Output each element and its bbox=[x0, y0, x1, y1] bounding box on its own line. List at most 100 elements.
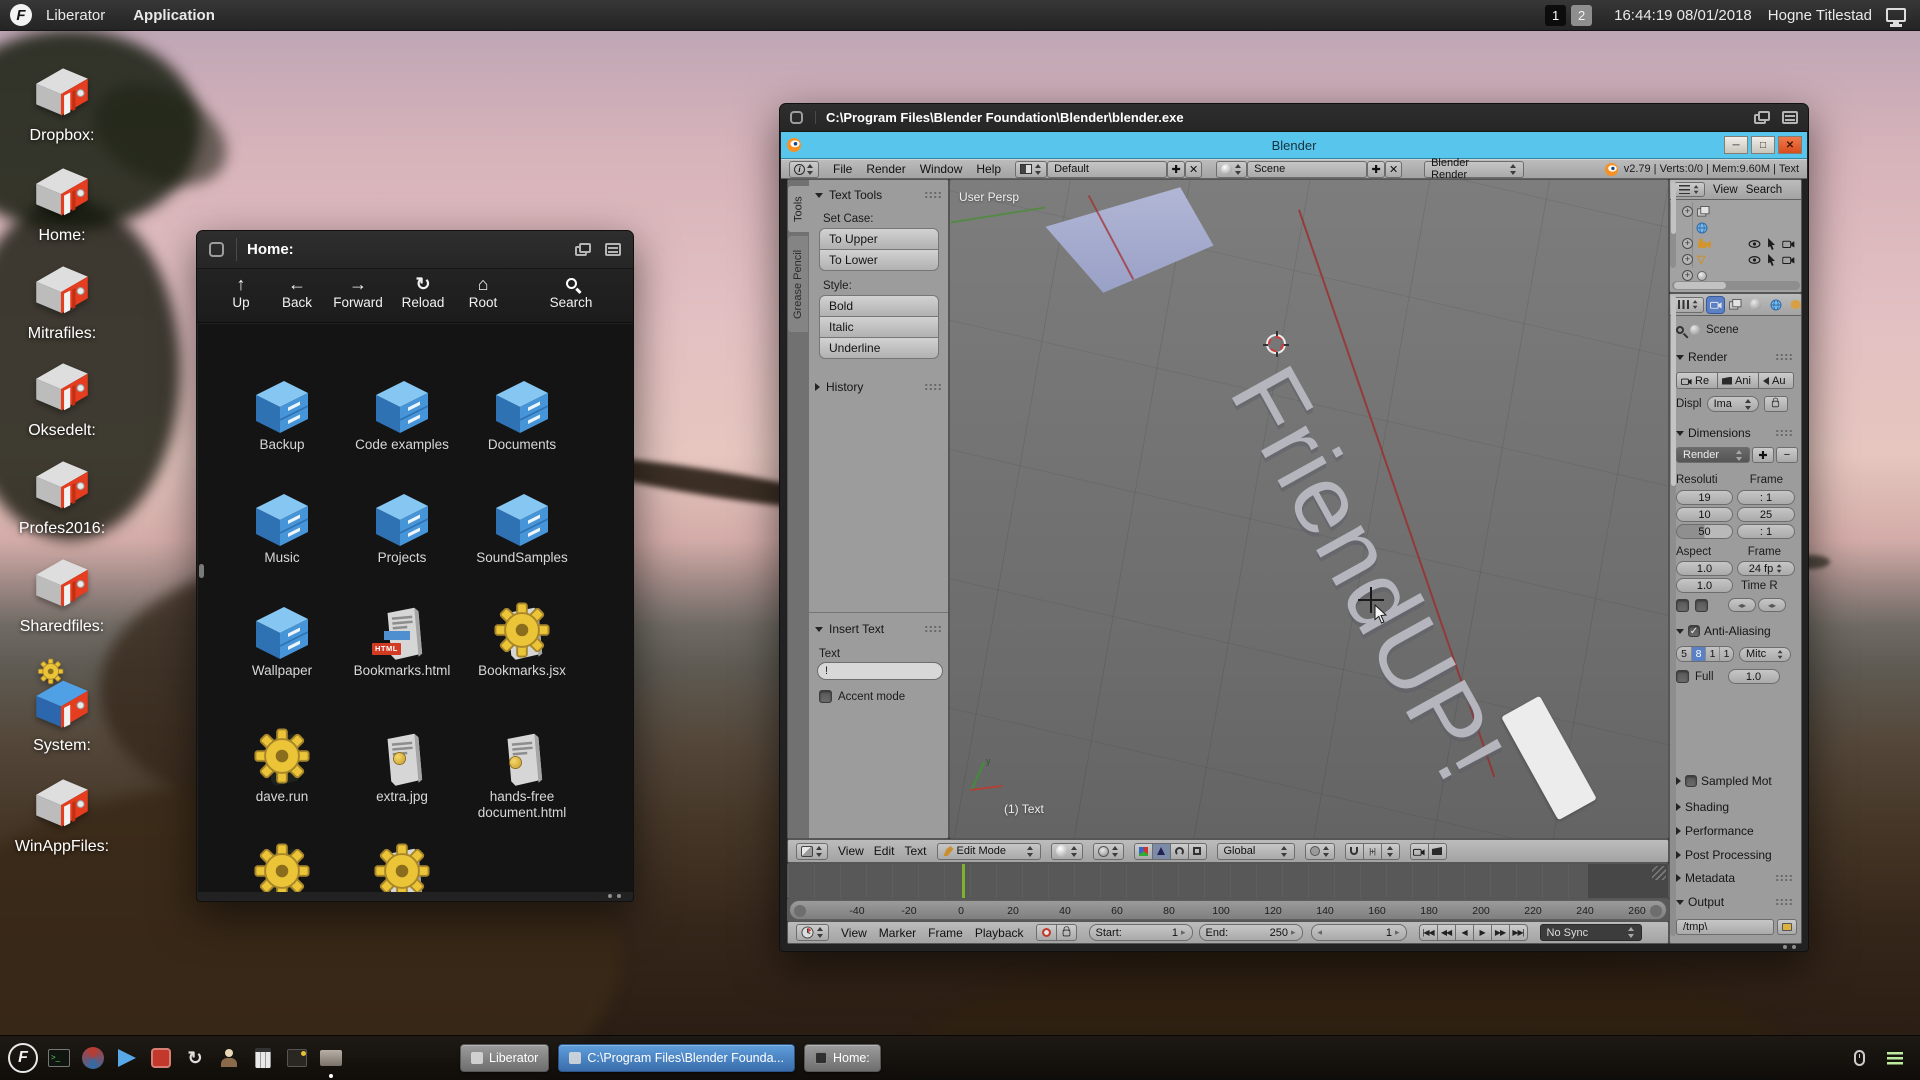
panel-header-output[interactable]: Output bbox=[1676, 895, 1793, 909]
tab-tools[interactable]: Tools bbox=[788, 186, 809, 232]
next-keyframe-button[interactable]: ▶▶ bbox=[1491, 924, 1510, 941]
render-preset-selector[interactable]: Render bbox=[1676, 447, 1750, 463]
renderability-camera-icon[interactable] bbox=[1782, 255, 1795, 264]
menu-window[interactable]: Window bbox=[920, 162, 963, 176]
render-engine-selector[interactable]: Blender Render bbox=[1424, 161, 1524, 178]
desktop-icon-winappfiles[interactable]: WinAppFiles: bbox=[10, 773, 114, 856]
menu-view[interactable]: View bbox=[838, 844, 864, 858]
panel-header-render[interactable]: Render bbox=[1676, 350, 1793, 364]
expand-icon[interactable]: + bbox=[1682, 238, 1693, 249]
expand-icon[interactable]: + bbox=[1682, 206, 1693, 217]
window-titlebar[interactable]: Home: bbox=[197, 231, 633, 269]
workspace-2-button[interactable]: 2 bbox=[1571, 5, 1592, 26]
output-path-field[interactable]: /tmp\ bbox=[1676, 919, 1774, 935]
task-button-blender[interactable]: C:\Program Files\Blender Founda... bbox=[558, 1044, 795, 1072]
manipulator-axes-icon[interactable] bbox=[1134, 843, 1153, 860]
editor-type-3dview-button[interactable] bbox=[796, 843, 828, 860]
panel-header-history[interactable]: History bbox=[815, 380, 942, 394]
pivot-selector[interactable] bbox=[1093, 843, 1124, 860]
file-item[interactable]: Projects bbox=[346, 492, 458, 566]
editor-type-properties-button[interactable] bbox=[1673, 297, 1704, 313]
selectability-cursor-icon[interactable] bbox=[1767, 238, 1776, 250]
antialiasing-checkbox[interactable]: ✓ bbox=[1688, 625, 1700, 637]
file-list-area[interactable]: Backup Code examples Documents Music Pro… bbox=[198, 324, 633, 892]
current-frame-field[interactable]: ◂ 1▸ bbox=[1311, 924, 1407, 941]
aa-filter-size-field[interactable]: 1.0 bbox=[1728, 669, 1780, 684]
render-button[interactable]: Re bbox=[1676, 372, 1718, 389]
crop-checkbox[interactable] bbox=[1695, 599, 1708, 612]
snap-magnet-icon[interactable] bbox=[1345, 843, 1364, 860]
desktop-icon-home[interactable]: Home: bbox=[10, 162, 114, 245]
visibility-eye-icon[interactable] bbox=[1748, 240, 1761, 248]
pin-icon[interactable] bbox=[1674, 324, 1685, 335]
play-button[interactable]: ▶ bbox=[1473, 924, 1492, 941]
root-button[interactable]: ⌂Root bbox=[455, 276, 511, 310]
menu-view[interactable]: View bbox=[841, 926, 867, 940]
outliner-row-renderlayers[interactable]: + bbox=[1682, 204, 1795, 219]
frame-start-field[interactable]: : 1 bbox=[1737, 490, 1795, 505]
menu-marker[interactable]: Marker bbox=[879, 926, 916, 940]
window-resize-grip[interactable] bbox=[608, 894, 621, 898]
desktop-icon-mitrafiles[interactable]: Mitrafiles: bbox=[10, 260, 114, 343]
tab-render[interactable] bbox=[1707, 297, 1724, 313]
panel-grip-icon[interactable] bbox=[924, 191, 942, 199]
layout-icon-button[interactable] bbox=[1015, 161, 1047, 178]
outliner-hscrollbar[interactable] bbox=[1672, 281, 1800, 290]
sync-mode-selector[interactable]: No Sync bbox=[1540, 924, 1642, 941]
panel-header-dimensions[interactable]: Dimensions bbox=[1676, 426, 1793, 440]
menu-playback[interactable]: Playback bbox=[975, 926, 1024, 940]
audio-button[interactable]: Au bbox=[1758, 372, 1794, 389]
sync-app-icon[interactable]: ↻ bbox=[182, 1045, 208, 1071]
panel-header-antialiasing[interactable]: ✓Anti-Aliasing bbox=[1676, 624, 1793, 638]
wine-titlebar[interactable]: Blender ─ □ ✕ bbox=[781, 132, 1807, 159]
layout-selector[interactable]: Default bbox=[1047, 161, 1167, 178]
friend-logo-icon[interactable]: F bbox=[10, 4, 32, 26]
play-reverse-button[interactable]: ◀ bbox=[1455, 924, 1474, 941]
window-depth-icon[interactable] bbox=[209, 242, 224, 257]
desktop-icon-oksedelt[interactable]: Oksedelt: bbox=[10, 357, 114, 440]
window-resize-grip[interactable] bbox=[1783, 945, 1796, 949]
underline-button[interactable]: Underline bbox=[819, 337, 939, 359]
manipulator-rotate-icon[interactable] bbox=[1170, 843, 1189, 860]
search-button[interactable]: Search bbox=[543, 276, 599, 310]
menu-help[interactable]: Help bbox=[976, 162, 1001, 176]
menu-edit[interactable]: Edit bbox=[874, 844, 895, 858]
panel-header-insert-text[interactable]: Insert Text bbox=[815, 622, 942, 636]
outliner-row-camera[interactable]: + bbox=[1682, 236, 1795, 251]
jump-to-end-button[interactable]: ▶▶| bbox=[1509, 924, 1528, 941]
window-widget-icon[interactable] bbox=[605, 243, 621, 256]
insert-text-input[interactable] bbox=[817, 662, 943, 680]
file-item[interactable]: Wallpaper bbox=[226, 605, 338, 679]
renderability-camera-icon[interactable] bbox=[1782, 239, 1795, 248]
visibility-eye-icon[interactable] bbox=[1748, 256, 1761, 264]
add-layout-button[interactable]: ✚ bbox=[1167, 161, 1185, 178]
animation-button[interactable]: Ani bbox=[1717, 372, 1759, 389]
panel-header-text-tools[interactable]: Text Tools bbox=[815, 188, 942, 202]
tab-scene[interactable] bbox=[1747, 297, 1764, 313]
send-arrow-icon[interactable] bbox=[114, 1045, 140, 1071]
window-stack-icon[interactable] bbox=[575, 243, 591, 256]
scrollbar-handle[interactable] bbox=[1671, 296, 1676, 486]
motion-blur-checkbox[interactable] bbox=[1685, 775, 1697, 787]
task-button-liberator[interactable]: Liberator bbox=[460, 1044, 549, 1072]
scrollbar-handle[interactable] bbox=[1674, 282, 1726, 289]
file-item[interactable]: hands-free document.html bbox=[466, 731, 578, 820]
manipulator-translate-icon[interactable] bbox=[1152, 843, 1171, 860]
scrollbar-handle[interactable] bbox=[1671, 182, 1676, 234]
selectability-cursor-icon[interactable] bbox=[1767, 254, 1776, 266]
editor-type-timeline-button[interactable] bbox=[796, 924, 829, 941]
file-item[interactable]: Bookmarks.jsx bbox=[466, 605, 578, 679]
panel-header-performance[interactable]: Performance bbox=[1676, 824, 1793, 838]
resolution-y-field[interactable]: 10 bbox=[1676, 507, 1733, 522]
scrollbar-track[interactable] bbox=[198, 324, 205, 892]
calculator-icon[interactable] bbox=[250, 1045, 276, 1071]
resolution-x-field[interactable]: 19 bbox=[1676, 490, 1733, 505]
maximize-button[interactable]: □ bbox=[1751, 136, 1775, 154]
delete-layout-button[interactable]: ✕ bbox=[1185, 161, 1202, 178]
window-stack-icon[interactable] bbox=[1754, 111, 1770, 124]
back-button[interactable]: ←Back bbox=[269, 276, 325, 310]
menu-application[interactable]: Application bbox=[133, 7, 215, 24]
tab-grease-pencil[interactable]: Grease Pencil bbox=[788, 236, 808, 332]
lock-button[interactable] bbox=[1056, 924, 1077, 941]
desktop-icon-sharedfiles[interactable]: Sharedfiles: bbox=[10, 553, 114, 636]
